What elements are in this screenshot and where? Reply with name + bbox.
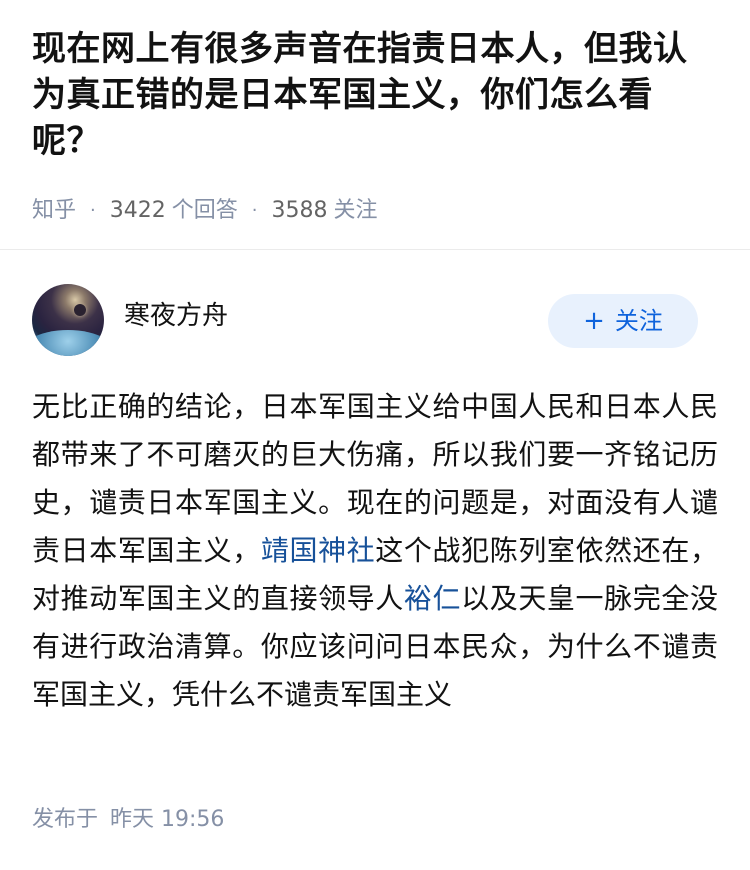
avatar[interactable]	[32, 284, 104, 356]
source-label[interactable]: 知乎	[32, 193, 76, 229]
follow-author-button[interactable]: + 关注	[548, 294, 698, 348]
meta-separator: ·	[90, 200, 96, 221]
answer-count: 3422	[109, 198, 166, 223]
author-name[interactable]: 寒夜方舟	[124, 298, 228, 334]
link-hirohito[interactable]: 裕仁	[404, 582, 461, 615]
follow-count: 3588	[271, 198, 328, 223]
avatar-moon-graphic	[74, 304, 86, 316]
question-header: 现在网上有很多声音在指责日本人，但我认为真正错的是日本军国主义，你们怎么看呢？ …	[0, 0, 750, 250]
answer-count-label: 个回答	[171, 198, 238, 223]
follow-count-label: 关注	[333, 198, 378, 223]
publish-time: 昨天 19:56	[110, 807, 225, 832]
publish-info: 发布于 昨天 19:56	[32, 802, 224, 838]
answer-content: 无比正确的结论，日本军国主义给中国人民和日本人民都带来了不可磨灭的巨大伤痛，所以…	[32, 383, 718, 719]
publish-label: 发布于	[32, 807, 99, 832]
avatar-planet-graphic	[32, 330, 104, 356]
link-yasukuni-shrine[interactable]: 靖国神社	[261, 534, 375, 567]
question-title[interactable]: 现在网上有很多声音在指责日本人，但我认为真正错的是日本军国主义，你们怎么看呢？	[32, 26, 718, 164]
meta-separator: ·	[251, 200, 258, 221]
answer-author: 寒夜方舟 + 关注	[32, 284, 718, 356]
question-meta: 知乎 · 3422 个回答 · 3588 关注	[32, 193, 378, 229]
plus-icon: +	[583, 306, 605, 336]
follow-button-label: 关注	[614, 307, 663, 335]
